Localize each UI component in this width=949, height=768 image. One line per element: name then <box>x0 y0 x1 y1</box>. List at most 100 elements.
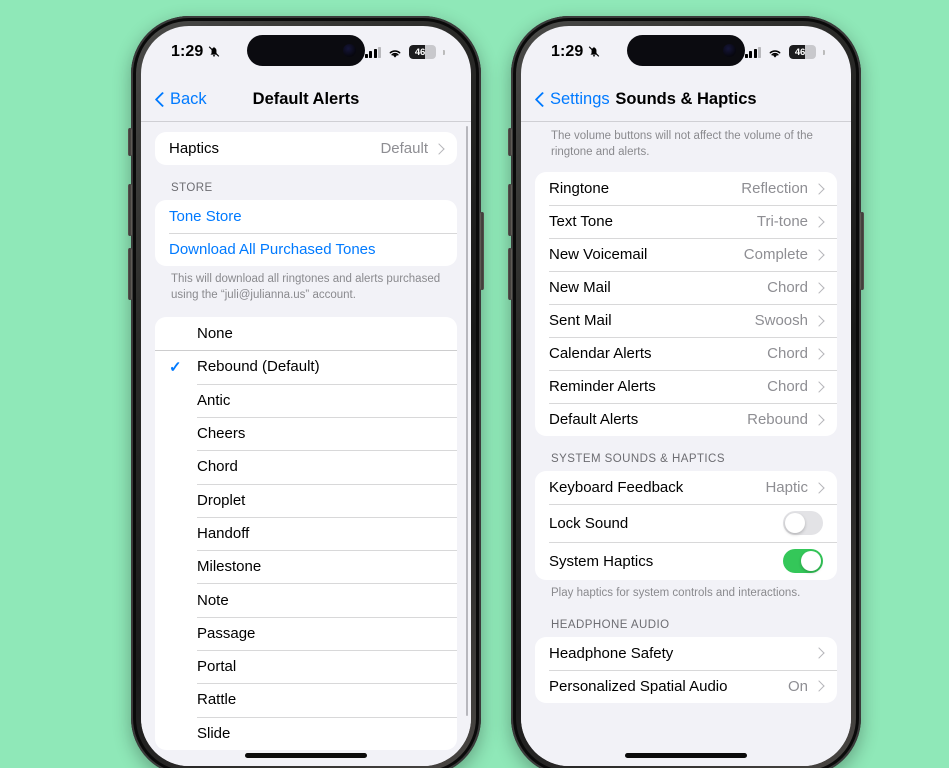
row-label: Default Alerts <box>549 411 639 429</box>
row-label: New Mail <box>549 279 611 297</box>
row-label: System Haptics <box>549 552 654 570</box>
row-label: Ringtone <box>549 180 610 198</box>
volume-up-button[interactable] <box>508 184 512 236</box>
tone-row[interactable]: Note <box>155 583 457 616</box>
system-haptics-footnote: Play haptics for system controls and int… <box>551 587 801 600</box>
tone-row[interactable]: Cheers <box>155 416 457 450</box>
wifi-icon <box>767 46 783 58</box>
silent-switch-button[interactable] <box>508 128 512 156</box>
tone-row[interactable]: ✓ Rebound (Default) <box>155 350 457 383</box>
home-indicator[interactable] <box>625 753 747 758</box>
back-button[interactable]: Settings <box>535 90 610 109</box>
status-bar: 1:29 46 <box>141 26 471 78</box>
tone-row[interactable]: Antic <box>155 383 457 417</box>
tone-row[interactable]: Chord <box>155 450 457 483</box>
tone-checkmark: ✓ <box>169 358 182 376</box>
row-label: Reminder Alerts <box>549 378 656 396</box>
back-button-label: Settings <box>550 90 610 108</box>
row-label: Haptics <box>169 140 220 157</box>
row-value: Tri-tone <box>756 213 808 231</box>
system-haptics-toggle[interactable] <box>783 549 823 574</box>
back-button[interactable]: Back <box>155 90 207 109</box>
status-indicators: 46 <box>744 45 825 59</box>
row-new-mail[interactable]: New Mail Chord <box>535 271 837 304</box>
power-button[interactable] <box>480 212 484 290</box>
tone-row[interactable]: Passage <box>155 616 457 650</box>
chevron-right-icon <box>815 680 823 693</box>
row-value: Default <box>380 140 428 157</box>
row-value: Swoosh <box>754 312 808 330</box>
row-tone-store[interactable]: Tone Store <box>155 200 457 233</box>
row-label: Headphone Safety <box>549 644 674 662</box>
row-value: On <box>787 677 808 695</box>
row-haptics[interactable]: Haptics Default <box>155 132 457 165</box>
chevron-right-icon <box>435 142 443 155</box>
tone-row[interactable]: Droplet <box>155 483 457 517</box>
row-calendar-alerts[interactable]: Calendar Alerts Chord <box>535 337 837 370</box>
row-value: Haptic <box>765 479 808 497</box>
chevron-right-icon <box>815 248 823 261</box>
silent-switch-button[interactable] <box>128 128 132 156</box>
volume-note: The volume buttons will not affect the v… <box>551 130 813 159</box>
status-bar: 1:29 46 <box>521 26 851 78</box>
tone-label: Cheers <box>197 425 246 443</box>
row-text-tone[interactable]: Text Tone Tri-tone <box>535 205 837 238</box>
phone-screen-right: 1:29 46 Settings Sounds & Haptics The vo… <box>521 26 851 766</box>
row-label: New Voicemail <box>549 246 648 264</box>
tones-group: None ✓ Rebound (Default) Antic Cheers Ch… <box>155 317 457 750</box>
volume-down-button[interactable] <box>128 248 132 300</box>
row-value: Rebound <box>747 411 808 429</box>
cellular-bars-icon <box>744 46 761 58</box>
tone-row[interactable]: Portal <box>155 650 457 683</box>
volume-up-button[interactable] <box>128 184 132 236</box>
tone-row-none[interactable]: None <box>155 317 457 350</box>
tone-row[interactable]: Rattle <box>155 683 457 716</box>
sounds-group: Ringtone Reflection Text Tone Tri-tone N… <box>535 172 837 437</box>
tone-label: Note <box>197 591 229 609</box>
row-default-alerts[interactable]: Default Alerts Rebound <box>535 403 837 436</box>
tone-label: Handoff <box>197 524 250 542</box>
row-reminder-alerts[interactable]: Reminder Alerts Chord <box>535 370 837 403</box>
row-sent-mail[interactable]: Sent Mail Swoosh <box>535 304 837 337</box>
status-time: 1:29 <box>551 43 584 60</box>
row-label: Lock Sound <box>549 514 629 532</box>
tone-label: Portal <box>197 658 237 676</box>
section-header-system-sounds: SYSTEM SOUNDS & HAPTICS <box>551 453 725 466</box>
tone-label: Milestone <box>197 558 262 576</box>
scrollbar[interactable] <box>465 126 468 716</box>
tone-row[interactable]: Milestone <box>155 550 457 583</box>
phone-right: 1:29 46 Settings Sounds & Haptics The vo… <box>508 16 864 768</box>
bell-slash-icon <box>587 45 601 59</box>
status-indicators: 46 <box>364 45 445 59</box>
tone-label: Chord <box>197 458 238 476</box>
row-value: Reflection <box>741 180 808 198</box>
battery-percent: 46 <box>414 46 426 58</box>
battery-percent: 46 <box>794 46 806 58</box>
row-new-voicemail[interactable]: New Voicemail Complete <box>535 238 837 271</box>
tone-label: None <box>197 325 233 343</box>
tone-label: Rattle <box>197 691 237 709</box>
row-keyboard-feedback[interactable]: Keyboard Feedback Haptic <box>535 471 837 504</box>
power-button[interactable] <box>860 212 864 290</box>
wifi-icon <box>387 46 403 58</box>
home-indicator[interactable] <box>245 753 367 758</box>
status-time-group: 1:29 <box>551 43 601 61</box>
row-headphone-safety[interactable]: Headphone Safety <box>535 637 837 670</box>
chevron-right-icon <box>815 215 823 228</box>
navigation-bar: Back Default Alerts <box>141 78 471 122</box>
volume-down-button[interactable] <box>508 248 512 300</box>
battery-icon: 46 <box>789 45 816 59</box>
chevron-right-icon <box>815 182 823 195</box>
row-label: Calendar Alerts <box>549 345 652 363</box>
row-lock-sound: Lock Sound <box>535 504 837 542</box>
store-group: Tone Store Download All Purchased Tones <box>155 200 457 266</box>
row-system-haptics: System Haptics <box>535 542 837 580</box>
row-ringtone[interactable]: Ringtone Reflection <box>535 172 837 205</box>
headphone-audio-group: Headphone Safety Personalized Spatial Au… <box>535 636 837 703</box>
row-label: Download All Purchased Tones <box>169 241 376 258</box>
tone-row[interactable]: Handoff <box>155 516 457 550</box>
row-personalized-spatial-audio[interactable]: Personalized Spatial Audio On <box>535 669 837 703</box>
tone-row[interactable]: Slide <box>155 716 457 750</box>
lock-sound-toggle[interactable] <box>783 511 823 536</box>
row-download-all-purchased-tones[interactable]: Download All Purchased Tones <box>155 233 457 266</box>
